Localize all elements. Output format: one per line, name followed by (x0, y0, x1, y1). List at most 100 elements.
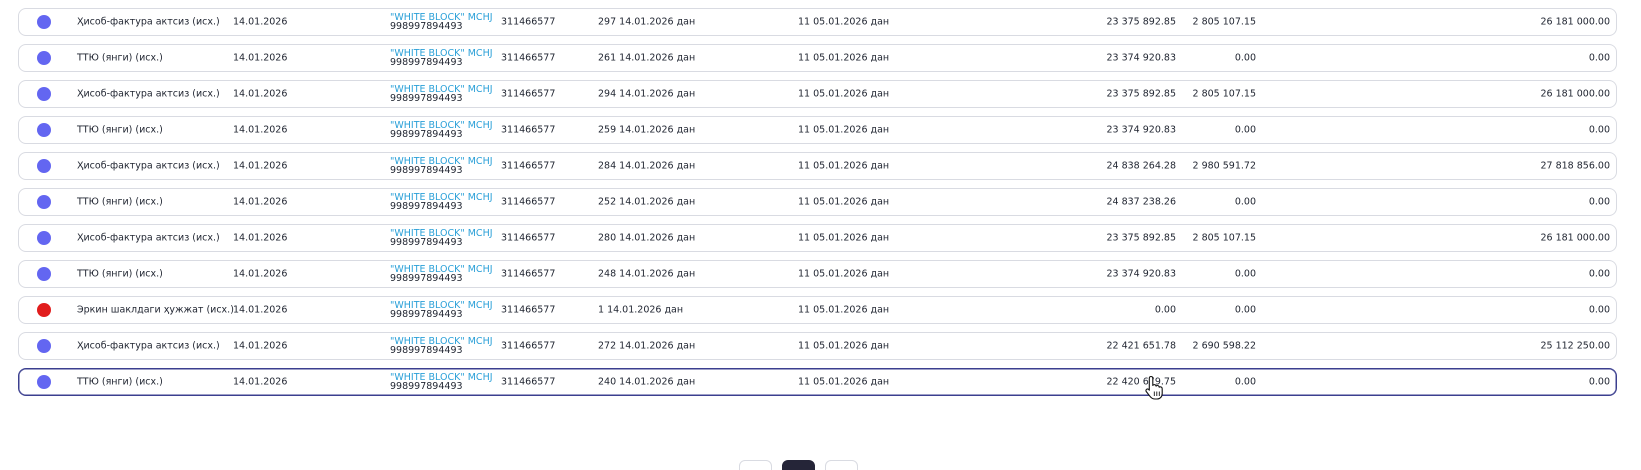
table-row[interactable]: Эркин шаклдаги ҳужжат (исх.) 14.01.2026 … (18, 296, 1617, 324)
document-number: 297 14.01.2026 дан (598, 16, 696, 28)
document-type: Ҳисоб-фактура актсиз (исх.) (77, 16, 220, 28)
vat-amount: 2 980 591.72 (1192, 160, 1256, 172)
document-date: 14.01.2026 (233, 304, 288, 316)
document-type: ТТЮ (янги) (исх.) (77, 268, 163, 280)
partner-phone: 998997894493 (390, 57, 463, 68)
contract-number: 11 05.01.2026 дан (798, 232, 890, 244)
vat-amount: 2 805 107.15 (1192, 88, 1256, 100)
partner-phone: 998997894493 (390, 345, 463, 356)
document-type: ТТЮ (янги) (исх.) (77, 124, 163, 136)
document-number: 272 14.01.2026 дан (598, 340, 696, 352)
documents-view: Ҳисоб-фактура актсиз (исх.) 14.01.2026 "… (0, 0, 1641, 470)
total-amount: 0.00 (1588, 52, 1610, 64)
partner-inn: 311466577 (501, 232, 556, 244)
status-dot-icon (37, 123, 51, 137)
page-current-button[interactable] (782, 460, 815, 470)
document-type: Ҳисоб-фактура актсиз (исх.) (77, 232, 220, 244)
table-row[interactable]: ТТЮ (янги) (исх.) 14.01.2026 "WHITE BLOC… (18, 260, 1617, 288)
partner-inn: 311466577 (501, 52, 556, 64)
contract-number: 11 05.01.2026 дан (798, 88, 890, 100)
status-dot-icon (37, 15, 51, 29)
document-type: Ҳисоб-фактура актсиз (исх.) (77, 160, 220, 172)
contract-number: 11 05.01.2026 дан (798, 196, 890, 208)
status-dot-icon (37, 195, 51, 209)
amount-without-vat: 23 374 920.83 (1106, 52, 1176, 64)
status-dot-icon (37, 231, 51, 245)
partner-phone: 998997894493 (390, 201, 463, 212)
contract-number: 11 05.01.2026 дан (798, 52, 890, 64)
amount-without-vat: 23 374 920.83 (1106, 124, 1176, 136)
contract-number: 11 05.01.2026 дан (798, 124, 890, 136)
document-date: 14.01.2026 (233, 52, 288, 64)
status-dot-icon (37, 87, 51, 101)
status-dot-icon (37, 159, 51, 173)
partner-phone: 998997894493 (390, 93, 463, 104)
partner-phone: 998997894493 (390, 129, 463, 140)
partner-inn: 311466577 (501, 88, 556, 100)
document-number: 240 14.01.2026 дан (598, 376, 696, 388)
total-amount: 0.00 (1588, 124, 1610, 136)
partner: "WHITE BLOCK" MCHJ 998997894493 (390, 337, 493, 356)
document-number: 284 14.01.2026 дан (598, 160, 696, 172)
document-number: 294 14.01.2026 дан (598, 88, 696, 100)
table-row[interactable]: ТТЮ (янги) (исх.) 14.01.2026 "WHITE BLOC… (18, 116, 1617, 144)
table-row[interactable]: Ҳисоб-фактура актсиз (исх.) 14.01.2026 "… (18, 224, 1617, 252)
vat-amount: 0.00 (1234, 376, 1256, 388)
document-type: ТТЮ (янги) (исх.) (77, 376, 163, 388)
vat-amount: 2 805 107.15 (1192, 16, 1256, 28)
partner: "WHITE BLOCK" MCHJ 998997894493 (390, 265, 493, 284)
partner-phone: 998997894493 (390, 165, 463, 176)
contract-number: 11 05.01.2026 дан (798, 16, 890, 28)
partner-inn: 311466577 (501, 340, 556, 352)
partner-phone: 998997894493 (390, 309, 463, 320)
vat-amount: 0.00 (1234, 52, 1256, 64)
page-next-button[interactable] (825, 460, 858, 470)
contract-number: 11 05.01.2026 дан (798, 268, 890, 280)
document-number: 1 14.01.2026 дан (598, 304, 684, 316)
contract-number: 11 05.01.2026 дан (798, 304, 890, 316)
table-row[interactable]: ТТЮ (янги) (исх.) 14.01.2026 "WHITE BLOC… (18, 188, 1617, 216)
document-number: 248 14.01.2026 дан (598, 268, 696, 280)
document-number: 261 14.01.2026 дан (598, 52, 696, 64)
document-date: 14.01.2026 (233, 160, 288, 172)
partner-inn: 311466577 (501, 160, 556, 172)
table-row[interactable]: Ҳисоб-фактура актсиз (исх.) 14.01.2026 "… (18, 152, 1617, 180)
total-amount: 0.00 (1588, 304, 1610, 316)
partner: "WHITE BLOCK" MCHJ 998997894493 (390, 49, 493, 68)
total-amount: 26 181 000.00 (1540, 16, 1610, 28)
table-row[interactable]: Ҳисоб-фактура актсиз (исх.) 14.01.2026 "… (18, 332, 1617, 360)
partner: "WHITE BLOCK" MCHJ 998997894493 (390, 193, 493, 212)
amount-without-vat: 23 375 892.85 (1106, 232, 1176, 244)
partner-phone: 998997894493 (390, 273, 463, 284)
document-date: 14.01.2026 (233, 196, 288, 208)
document-number: 280 14.01.2026 дан (598, 232, 696, 244)
table-row[interactable]: Ҳисоб-фактура актсиз (исх.) 14.01.2026 "… (18, 80, 1617, 108)
total-amount: 27 818 856.00 (1540, 160, 1610, 172)
status-dot-icon (37, 303, 51, 317)
amount-without-vat: 23 375 892.85 (1106, 88, 1176, 100)
page-prev-button[interactable] (739, 460, 772, 470)
document-type: Эркин шаклдаги ҳужжат (исх.) (77, 304, 234, 316)
table-row[interactable]: ТТЮ (янги) (исх.) 14.01.2026 "WHITE BLOC… (18, 44, 1617, 72)
partner-inn: 311466577 (501, 196, 556, 208)
documents-list: Ҳисоб-фактура актсиз (исх.) 14.01.2026 "… (18, 8, 1617, 404)
amount-without-vat: 22 420 679.75 (1106, 376, 1176, 388)
partner-inn: 311466577 (501, 16, 556, 28)
amount-without-vat: 23 375 892.85 (1106, 16, 1176, 28)
document-type: Ҳисоб-фактура актсиз (исх.) (77, 340, 220, 352)
document-number: 252 14.01.2026 дан (598, 196, 696, 208)
document-type: Ҳисоб-фактура актсиз (исх.) (77, 88, 220, 100)
partner-inn: 311466577 (501, 304, 556, 316)
vat-amount: 0.00 (1234, 124, 1256, 136)
table-row[interactable]: ТТЮ (янги) (исх.) 14.01.2026 "WHITE BLOC… (18, 368, 1617, 396)
status-dot-icon (37, 267, 51, 281)
table-row[interactable]: Ҳисоб-фактура актсиз (исх.) 14.01.2026 "… (18, 8, 1617, 36)
partner-phone: 998997894493 (390, 237, 463, 248)
total-amount: 0.00 (1588, 268, 1610, 280)
document-date: 14.01.2026 (233, 340, 288, 352)
amount-without-vat: 0.00 (1154, 304, 1176, 316)
document-type: ТТЮ (янги) (исх.) (77, 52, 163, 64)
total-amount: 0.00 (1588, 376, 1610, 388)
vat-amount: 2 805 107.15 (1192, 232, 1256, 244)
document-date: 14.01.2026 (233, 232, 288, 244)
